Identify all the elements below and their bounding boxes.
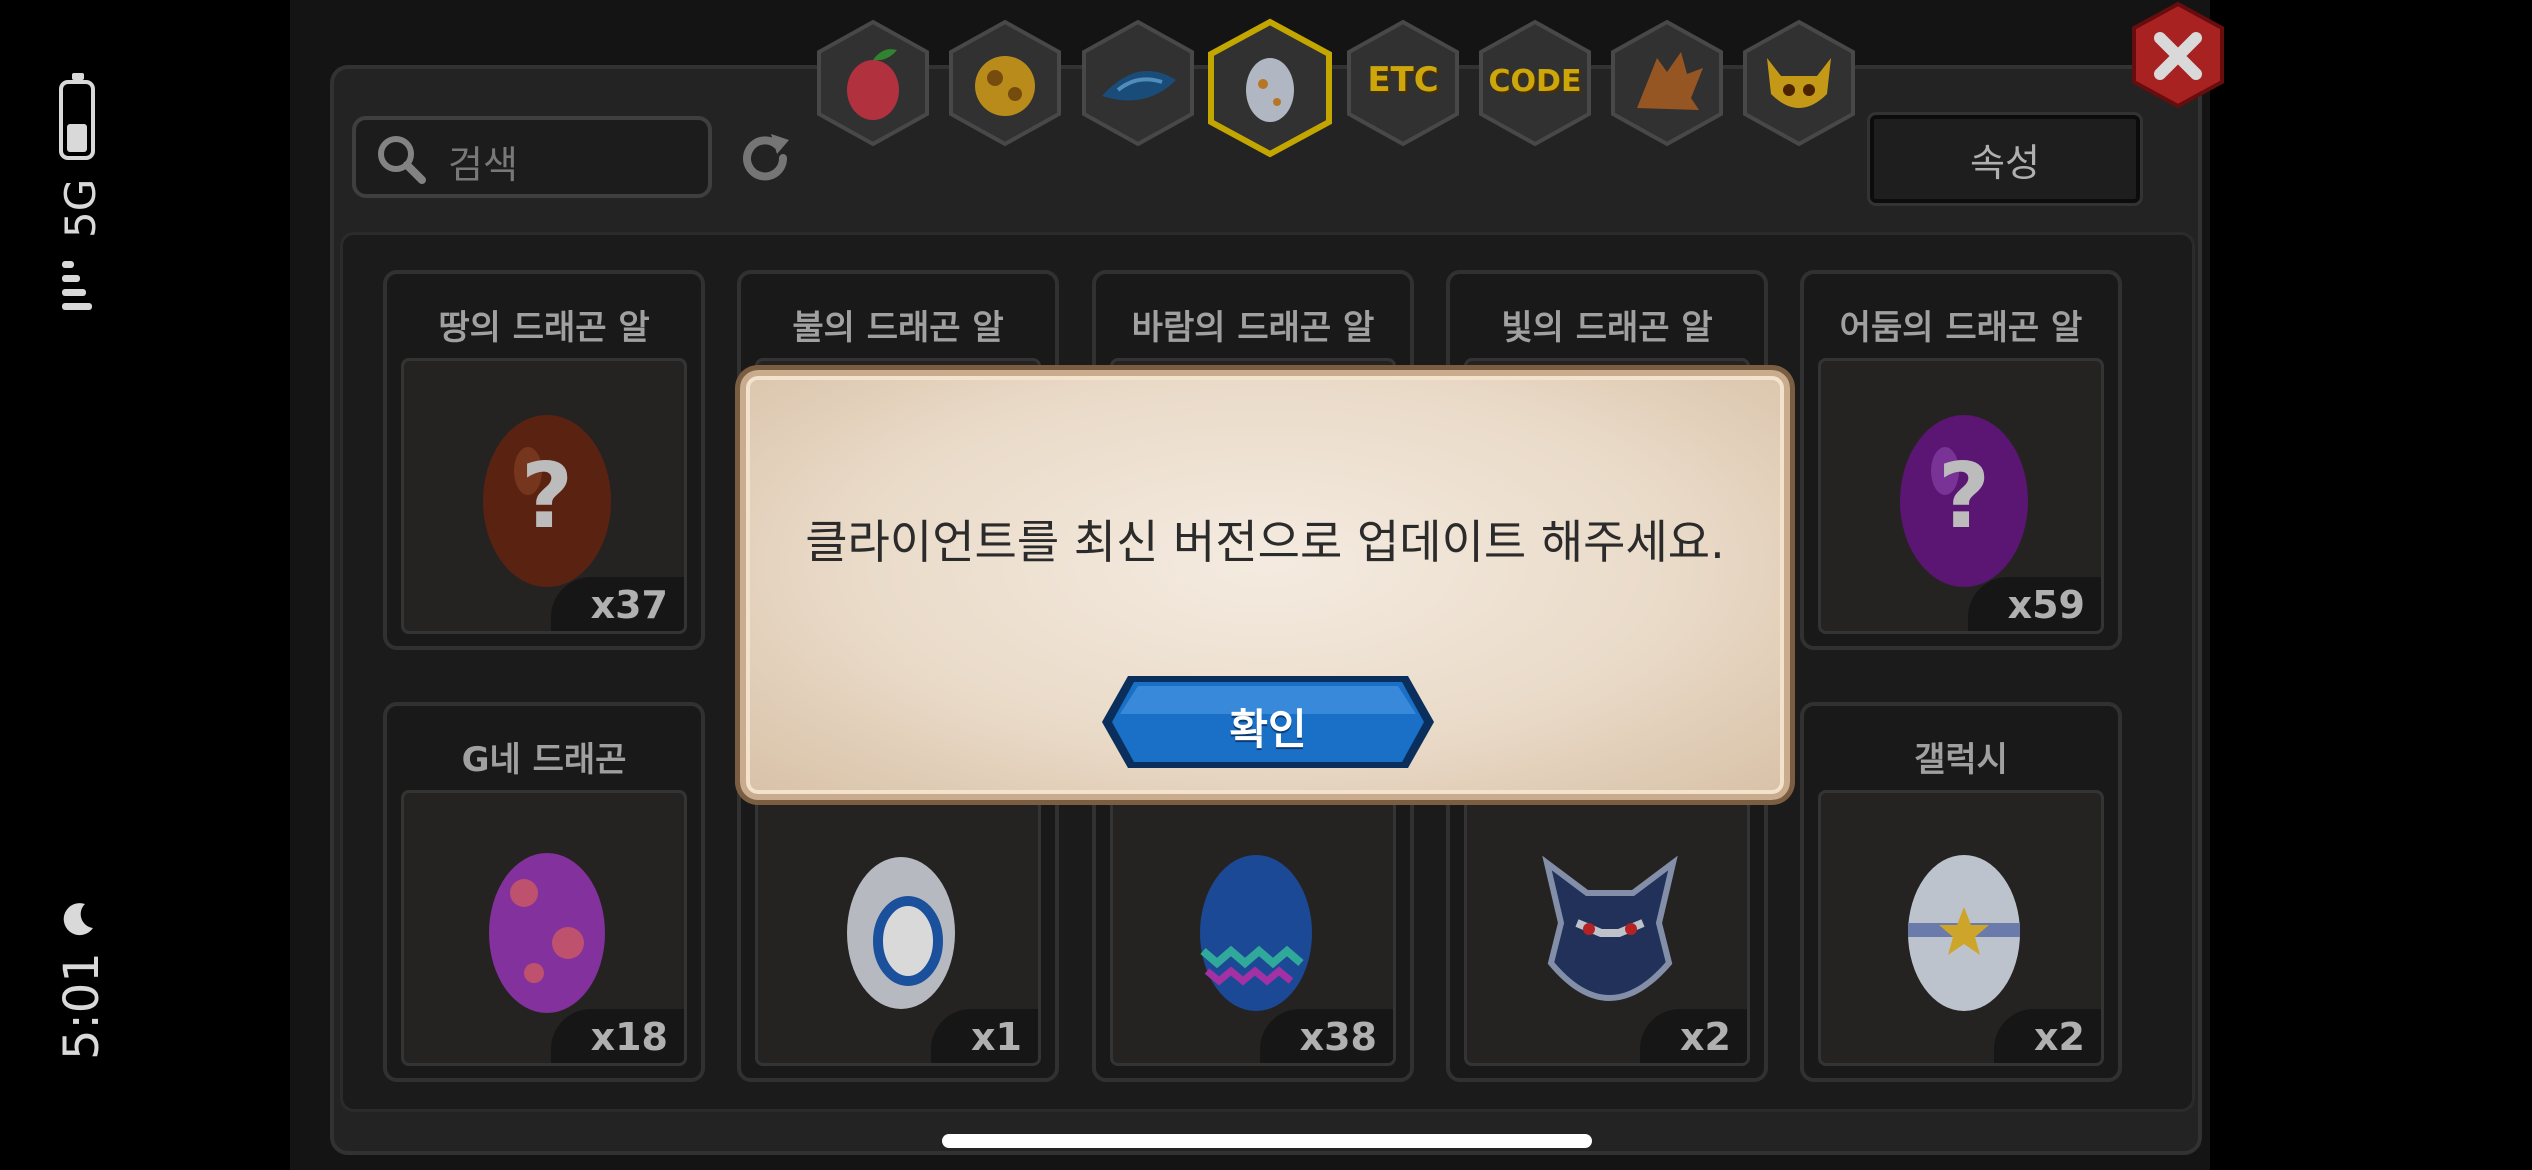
home-indicator[interactable] — [942, 1134, 1592, 1148]
confirm-label: 확인 — [1229, 705, 1307, 754]
update-dialog: 클라이언트를 최신 버전으로 업데이트 해주세요. 확인 — [740, 370, 1790, 800]
dialog-message: 클라이언트를 최신 버전으로 업데이트 해주세요. — [805, 515, 1725, 569]
confirm-button[interactable]: 확인 — [1098, 672, 1438, 772]
